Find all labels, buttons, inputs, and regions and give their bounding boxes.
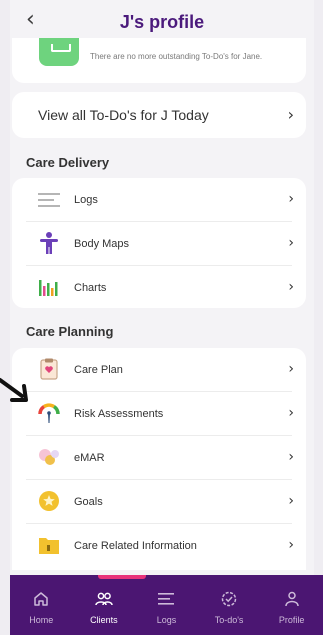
list-item-label: Logs [74,194,98,206]
list-item-risk-assessments[interactable]: Risk Assessments › [12,392,306,435]
todo-check-icon [221,589,237,609]
list-item-label: eMAR [74,452,105,464]
list-item-goals[interactable]: Goals › [12,480,306,523]
body-map-icon [38,232,60,254]
list-item-charts[interactable]: Charts › [12,266,306,309]
nav-profile[interactable]: Profile [260,575,323,635]
todo-icon [39,38,79,66]
page-title: J's profile [119,11,205,32]
list-item-label: Charts [74,282,107,294]
chevron-right-icon: › [288,449,294,465]
charts-icon [38,276,60,298]
care-plan-icon [38,358,60,380]
care-planning-heading: Care Planning [26,324,114,339]
list-item-label: Care Related Information [74,540,197,552]
pointer-arrow-icon [0,378,28,402]
home-icon [33,589,49,609]
chevron-right-icon: › [288,537,294,553]
todo-notice-card: There are no more outstanding To-Do's fo… [12,38,306,83]
profile-icon [284,589,299,609]
risk-gauge-icon [38,402,60,424]
list-item-label: Goals [74,496,103,508]
star-icon [38,490,60,512]
care-delivery-card: Logs › Body Maps › Charts › [12,178,306,308]
nav-label: Home [29,615,54,625]
chevron-right-icon: › [288,279,294,295]
view-all-todos-label: View all To-Do's for J Today [38,107,209,123]
care-planning-card: Care Plan › Risk Assessments › eMAR › Go… [12,348,306,570]
list-item-label: Risk Assessments [74,408,164,420]
active-tab-indicator [98,575,146,579]
nav-label: Logs [156,615,177,625]
chevron-right-icon: › [288,235,294,251]
list-item-logs[interactable]: Logs › [12,178,306,221]
pills-icon [38,446,60,468]
list-item-body-maps[interactable]: Body Maps › [12,222,306,265]
nav-label: Clients [90,615,118,625]
chevron-right-icon: › [287,105,294,124]
nav-clients[interactable]: Clients [73,575,136,635]
list-item-label: Care Plan [74,364,123,376]
chevron-right-icon: › [288,493,294,509]
chevron-right-icon: › [288,191,294,207]
chevron-right-icon: › [288,361,294,377]
view-all-todos-button[interactable]: View all To-Do's for J Today › [12,92,306,138]
list-item-emar[interactable]: eMAR › [12,436,306,479]
bottom-nav: Home Clients Logs To-do's Profile [10,575,323,635]
nav-todos[interactable]: To-do's [198,575,261,635]
list-item-care-related-information[interactable]: Care Related Information › [12,524,306,567]
app-frame: ‹ J's profile There are no more outstand… [10,0,314,635]
clients-icon [95,589,113,609]
list-item-care-plan[interactable]: Care Plan › [12,348,306,391]
care-delivery-heading: Care Delivery [26,155,110,170]
logs-icon [38,189,60,211]
back-chevron-icon[interactable]: ‹ [26,8,35,32]
nav-label: Profile [278,615,305,625]
list-item-label: Body Maps [74,238,130,250]
chevron-right-icon: › [288,405,294,421]
nav-label: To-do's [214,615,244,625]
folder-icon [38,534,60,556]
logs-icon [158,589,175,609]
nav-logs[interactable]: Logs [135,575,198,635]
todo-notice-text: There are no more outstanding To-Do's fo… [90,52,263,61]
nav-home[interactable]: Home [10,575,73,635]
